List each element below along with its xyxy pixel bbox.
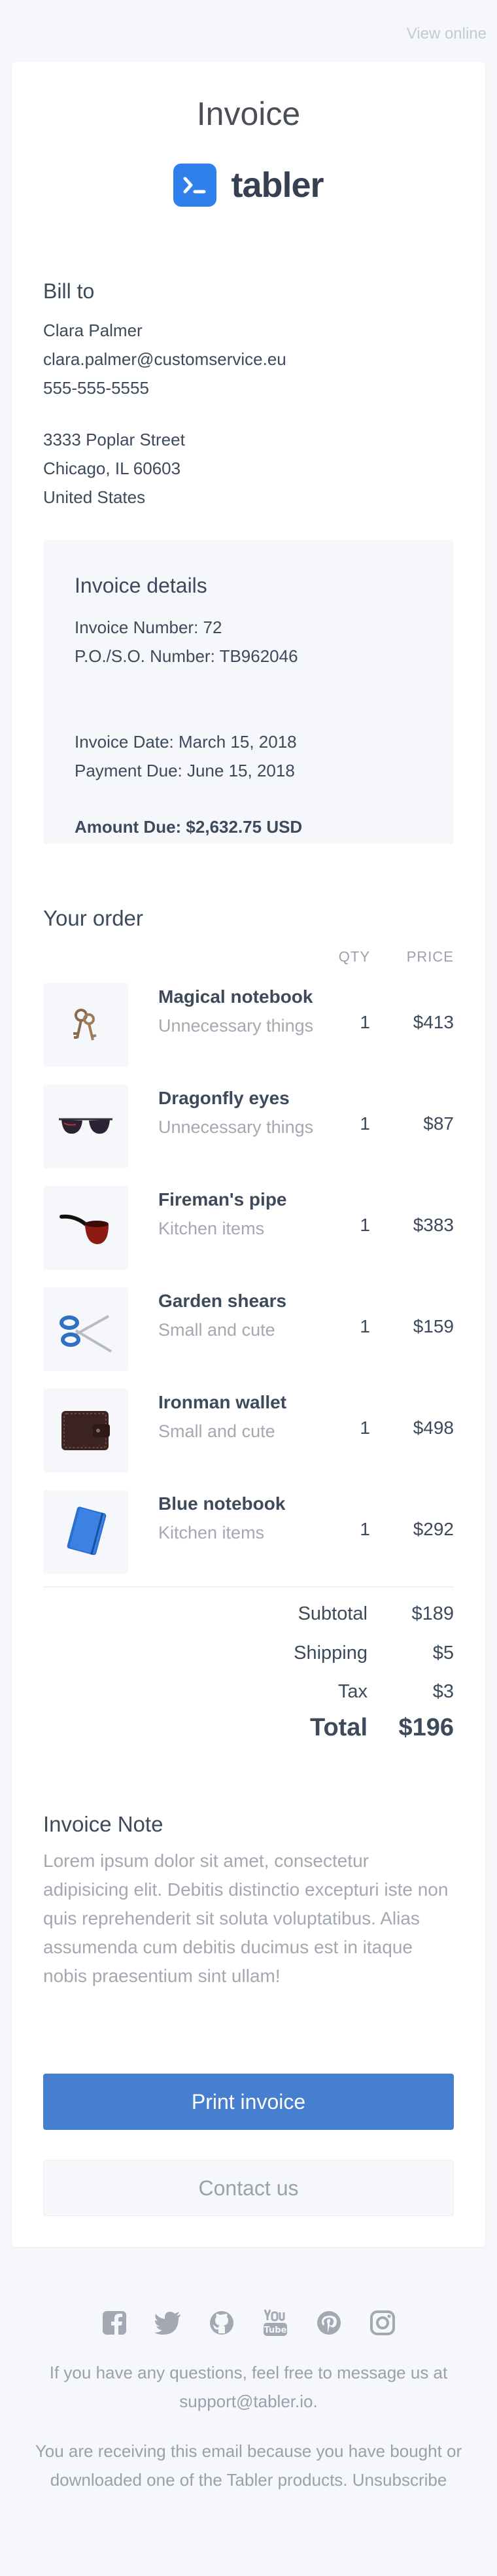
footer-receiving: You are receiving this email because you… xyxy=(20,2437,477,2494)
footer-questions-text: If you have any questions, feel free to … xyxy=(49,2363,448,2382)
tabler-logo-icon xyxy=(173,164,217,207)
invoice-details-heading: Invoice details xyxy=(75,574,207,597)
item-qty: 1 xyxy=(360,1316,370,1336)
tax-label: Tax xyxy=(337,1681,368,1702)
qty-column-header: QTY xyxy=(338,949,370,965)
bill-to-contact: Clara Palmer clara.palmer@customservice.… xyxy=(43,316,454,402)
shipping-value: $5 xyxy=(432,1643,454,1663)
wallet-icon xyxy=(43,1389,128,1472)
invoice-numbers: Invoice Number: 72 P.O./S.O. Number: TB9… xyxy=(75,613,422,670)
order-item-row: Dragonfly eyes Unnecessary things 1 $87 xyxy=(43,1085,454,1170)
item-category: Small and cute xyxy=(158,1421,275,1441)
tax-value: $3 xyxy=(432,1681,454,1702)
item-name: Ironman wallet xyxy=(158,1392,287,1412)
invoice-date: Invoice Date: March 15, 2018 xyxy=(75,732,297,752)
contact-us-button[interactable]: Contact us xyxy=(43,2160,454,2216)
item-qty: 1 xyxy=(360,1519,370,1539)
item-price: $292 xyxy=(413,1519,454,1539)
unsubscribe-link[interactable]: Unsubscribe xyxy=(352,2470,447,2490)
sunglasses-icon xyxy=(43,1085,128,1168)
item-name: Fireman's pipe xyxy=(158,1189,287,1210)
instagram-icon[interactable] xyxy=(369,2309,396,2337)
social-links: Tube xyxy=(0,2309,497,2337)
order-item-row: Blue notebook Kitchen items 1 $292 xyxy=(43,1490,454,1575)
item-name: Garden shears xyxy=(158,1291,287,1311)
notebook-icon xyxy=(43,1490,128,1574)
address-city: Chicago, IL 60603 xyxy=(43,459,181,478)
scissors-icon xyxy=(43,1287,128,1371)
invoice-note-text: Lorem ipsum dolor sit amet, consectetur … xyxy=(43,1851,449,1986)
view-online-link[interactable]: View online xyxy=(407,25,487,43)
address-street: 3333 Poplar Street xyxy=(43,430,185,449)
item-qty: 1 xyxy=(360,1113,370,1134)
support-email-link[interactable]: support@tabler.io. xyxy=(179,2392,317,2411)
item-name: Magical notebook xyxy=(158,986,313,1007)
bill-to-heading: Bill to xyxy=(43,279,95,303)
amount-due: Amount Due: $2,632.75 USD xyxy=(75,817,303,837)
address-country: United States xyxy=(43,487,146,507)
item-price: $383 xyxy=(413,1215,454,1235)
invoice-number: Invoice Number: 72 xyxy=(75,618,222,637)
item-qty: 1 xyxy=(360,1418,370,1438)
tax-row: Tax $3 xyxy=(43,1681,454,1707)
po-number: P.O./S.O. Number: TB962046 xyxy=(75,646,298,666)
subtotal-value: $189 xyxy=(411,1603,454,1624)
footer-questions: If you have any questions, feel free to … xyxy=(20,2358,477,2416)
item-qty: 1 xyxy=(360,1012,370,1032)
item-price: $498 xyxy=(413,1418,454,1438)
print-invoice-button[interactable]: Print invoice xyxy=(43,2074,454,2130)
shipping-label: Shipping xyxy=(294,1643,368,1663)
subtotal-label: Subtotal xyxy=(298,1603,368,1624)
total-row: Total $196 xyxy=(43,1714,454,1747)
total-value: $196 xyxy=(398,1714,454,1741)
item-category: Kitchen items xyxy=(158,1523,265,1542)
order-item-row: Garden shears Small and cute 1 $159 xyxy=(43,1287,454,1372)
item-qty: 1 xyxy=(360,1215,370,1235)
item-name: Dragonfly eyes xyxy=(158,1088,290,1108)
invoice-title: Invoice xyxy=(196,96,301,132)
payment-due: Payment Due: June 15, 2018 xyxy=(75,761,295,780)
item-category: Small and cute xyxy=(158,1320,275,1340)
pinterest-icon[interactable] xyxy=(315,2309,343,2337)
customer-phone: 555-555-5555 xyxy=(43,378,149,398)
twitter-icon[interactable] xyxy=(154,2309,182,2337)
svg-text:Tube: Tube xyxy=(264,2325,287,2335)
invoice-card: Invoice tabler Bill to Clara Palmer clar… xyxy=(12,62,485,2247)
shipping-row: Shipping $5 xyxy=(43,1643,454,1669)
order-column-headers: QTY PRICE xyxy=(43,949,454,968)
keys-icon xyxy=(43,983,128,1067)
item-price: $87 xyxy=(423,1113,454,1134)
order-item-row: Magical notebook Unnecessary things 1 $4… xyxy=(43,983,454,1068)
item-price: $159 xyxy=(413,1316,454,1336)
item-category: Unnecessary things xyxy=(158,1016,314,1036)
pipe-icon xyxy=(43,1186,128,1270)
invoice-dates: Invoice Date: March 15, 2018 Payment Due… xyxy=(75,727,422,785)
invoice-note-heading: Invoice Note xyxy=(43,1812,163,1836)
invoice-details-box: Invoice details Invoice Number: 72 P.O./… xyxy=(43,540,454,844)
subtotal-row: Subtotal $189 xyxy=(43,1603,454,1629)
customer-email[interactable]: clara.palmer@customservice.eu xyxy=(43,345,454,374)
order-item-row: Ironman wallet Small and cute 1 $498 xyxy=(43,1389,454,1474)
item-category: Kitchen items xyxy=(158,1219,265,1238)
your-order-heading: Your order xyxy=(43,906,143,930)
order-divider xyxy=(43,1586,454,1588)
price-column-header: PRICE xyxy=(406,949,454,965)
customer-name: Clara Palmer xyxy=(43,321,143,340)
brand-logo: tabler xyxy=(12,164,485,207)
facebook-icon[interactable] xyxy=(101,2309,128,2337)
github-icon[interactable] xyxy=(208,2309,235,2337)
item-name: Blue notebook xyxy=(158,1493,286,1514)
item-price: $413 xyxy=(413,1012,454,1032)
order-item-row: Fireman's pipe Kitchen items 1 $383 xyxy=(43,1186,454,1271)
brand-name: tabler xyxy=(231,165,324,205)
bill-to-address: 3333 Poplar Street Chicago, IL 60603 Uni… xyxy=(43,425,454,512)
item-category: Unnecessary things xyxy=(158,1117,314,1137)
youtube-icon[interactable]: Tube xyxy=(262,2309,289,2337)
total-label: Total xyxy=(310,1714,368,1741)
